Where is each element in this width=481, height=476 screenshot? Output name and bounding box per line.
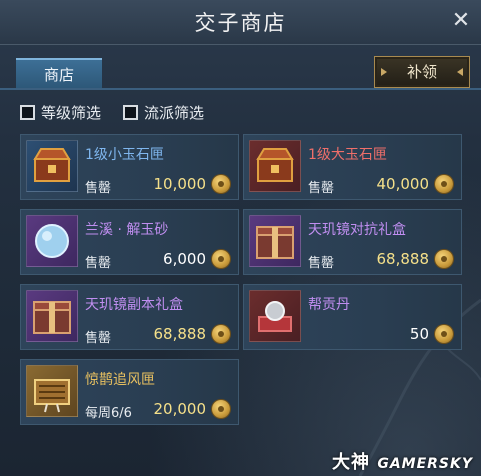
item-status: 售罄 xyxy=(85,256,112,271)
window-title: 交子商店 xyxy=(194,11,287,35)
shop-item-card[interactable]: 1级大玉石匣 售罄 40,000 xyxy=(243,134,462,200)
shop-item-card[interactable]: 帮贡丹 50 xyxy=(243,284,462,350)
coin-icon xyxy=(435,325,453,343)
coin-icon xyxy=(435,175,453,193)
wind-chest-icon xyxy=(26,365,78,417)
coin-icon xyxy=(212,325,230,343)
item-name: 帮贡丹 xyxy=(308,297,350,313)
level-filter[interactable]: 等级筛选 xyxy=(20,102,101,122)
pill-icon xyxy=(249,290,301,342)
item-name: 1级小玉石匣 xyxy=(85,147,164,163)
coin-icon xyxy=(212,400,230,418)
gift-box-icon xyxy=(26,290,78,342)
shop-item-card[interactable]: 惊鹊追风匣 每周6/6 20,000 xyxy=(20,359,239,425)
close-icon[interactable]: ✕ xyxy=(449,9,473,33)
item-name: 天玑镜副本礼盒 xyxy=(85,297,183,313)
watermark-sub: GAMERSKY xyxy=(377,456,473,472)
item-name: 1级大玉石匣 xyxy=(308,147,387,163)
item-status: 售罄 xyxy=(85,181,112,196)
item-weekly-limit: 每周6/6 xyxy=(85,406,132,421)
item-name: 惊鹊追风匣 xyxy=(85,372,155,388)
coin-icon xyxy=(435,250,453,268)
watermark-text: 大神 xyxy=(332,452,371,473)
shop-item-card[interactable]: 天玑镜对抗礼盒 售罄 68,888 xyxy=(243,209,462,275)
level-filter-checkbox[interactable] xyxy=(20,104,35,120)
tab-shop[interactable]: 商店 xyxy=(16,58,102,90)
jade-sand-icon xyxy=(26,215,78,267)
item-status: 售罄 xyxy=(85,331,112,346)
level-filter-label: 等级筛选 xyxy=(41,103,102,122)
school-filter-label: 流派筛选 xyxy=(144,103,205,122)
item-name: 天玑镜对抗礼盒 xyxy=(308,222,406,238)
watermark: 大神 GAMERSKY xyxy=(332,448,473,474)
item-status: 售罄 xyxy=(308,256,335,271)
shop-item-card[interactable]: 天玑镜副本礼盒 售罄 68,888 xyxy=(20,284,239,350)
item-price: 20,000 xyxy=(153,400,207,418)
item-name: 兰溪 · 解玉砂 xyxy=(85,222,169,238)
item-price: 68,888 xyxy=(153,325,207,343)
tab-underline xyxy=(0,88,481,90)
item-price: 68,888 xyxy=(376,250,430,268)
claim-button[interactable]: 补领 xyxy=(374,56,470,88)
title-bar: 交子商店 ✕ xyxy=(0,0,481,45)
school-filter-checkbox[interactable] xyxy=(123,104,138,120)
item-price: 10,000 xyxy=(153,175,207,193)
item-price: 40,000 xyxy=(376,175,430,193)
shop-window: 交子商店 ✕ 商店 补领 等级筛选 流派筛选 1级小玉石匣 售罄 10,000 … xyxy=(0,0,481,476)
jade-chest-icon xyxy=(26,140,78,192)
coin-icon xyxy=(212,250,230,268)
shop-item-card[interactable]: 兰溪 · 解玉砂 售罄 6,000 xyxy=(20,209,239,275)
coin-icon xyxy=(212,175,230,193)
item-price: 50 xyxy=(409,325,429,343)
item-status: 售罄 xyxy=(308,181,335,196)
school-filter[interactable]: 流派筛选 xyxy=(123,102,204,122)
gift-box-icon xyxy=(249,215,301,267)
jade-chest-icon xyxy=(249,140,301,192)
shop-item-card[interactable]: 1级小玉石匣 售罄 10,000 xyxy=(20,134,239,200)
item-price: 6,000 xyxy=(163,250,206,268)
